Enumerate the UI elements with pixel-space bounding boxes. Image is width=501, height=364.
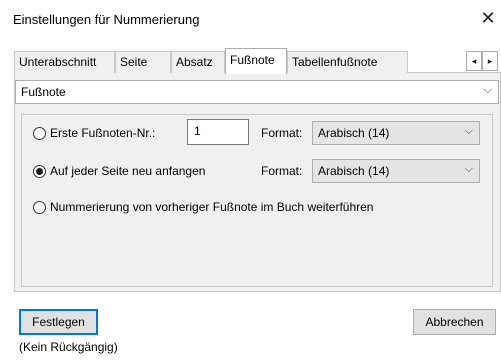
close-icon[interactable]: ✕	[478, 8, 498, 28]
undo-note: (Kein Rückgängig)	[19, 340, 118, 354]
cancel-button[interactable]: Abbrechen	[413, 309, 496, 335]
continue-previous-radio[interactable]	[33, 201, 46, 214]
format-value-1: Arabisch (14)	[318, 126, 390, 140]
window-title: Einstellungen für Nummerierung	[13, 12, 200, 27]
tab-fussnote[interactable]: Fußnote	[225, 48, 287, 74]
tab-tabellenfussnote[interactable]: Tabellenfußnote	[287, 51, 408, 73]
format-select-2[interactable]: Arabisch (14) ⌵	[312, 159, 480, 183]
note-type-select[interactable]: Fußnote ⌵	[15, 80, 499, 104]
tab-absatz[interactable]: Absatz	[171, 51, 225, 73]
chevron-down-icon: ⌵	[464, 125, 473, 137]
chevron-down-icon: ⌵	[464, 163, 473, 175]
start-number-label: Erste Fußnoten-Nr.:	[50, 126, 156, 140]
tab-scroll-right-icon[interactable]: ▸	[482, 51, 498, 71]
tab-unterabschnitt[interactable]: Unterabschnitt	[14, 51, 115, 73]
chevron-down-icon: ⌵	[483, 84, 492, 96]
start-number-radio[interactable]	[33, 127, 46, 140]
restart-each-page-label: Auf jeder Seite neu anfangen	[50, 164, 206, 178]
restart-each-page-radio[interactable]	[33, 165, 46, 178]
format-label-1: Format:	[261, 126, 303, 140]
format-label-2: Format:	[261, 164, 303, 178]
format-value-2: Arabisch (14)	[318, 164, 390, 178]
tab-scroll-left-icon[interactable]: ◂	[466, 51, 482, 71]
tab-strip: Unterabschnitt Seite Absatz Fußnote Tabe…	[14, 48, 499, 74]
continue-previous-label: Nummerierung von vorheriger Fußnote im B…	[50, 200, 374, 214]
format-select-1[interactable]: Arabisch (14) ⌵	[312, 121, 480, 145]
note-type-value: Fußnote	[21, 85, 66, 99]
start-number-input[interactable]: 1	[187, 119, 249, 145]
tab-seite[interactable]: Seite	[115, 51, 171, 73]
apply-button[interactable]: Festlegen	[19, 309, 98, 335]
